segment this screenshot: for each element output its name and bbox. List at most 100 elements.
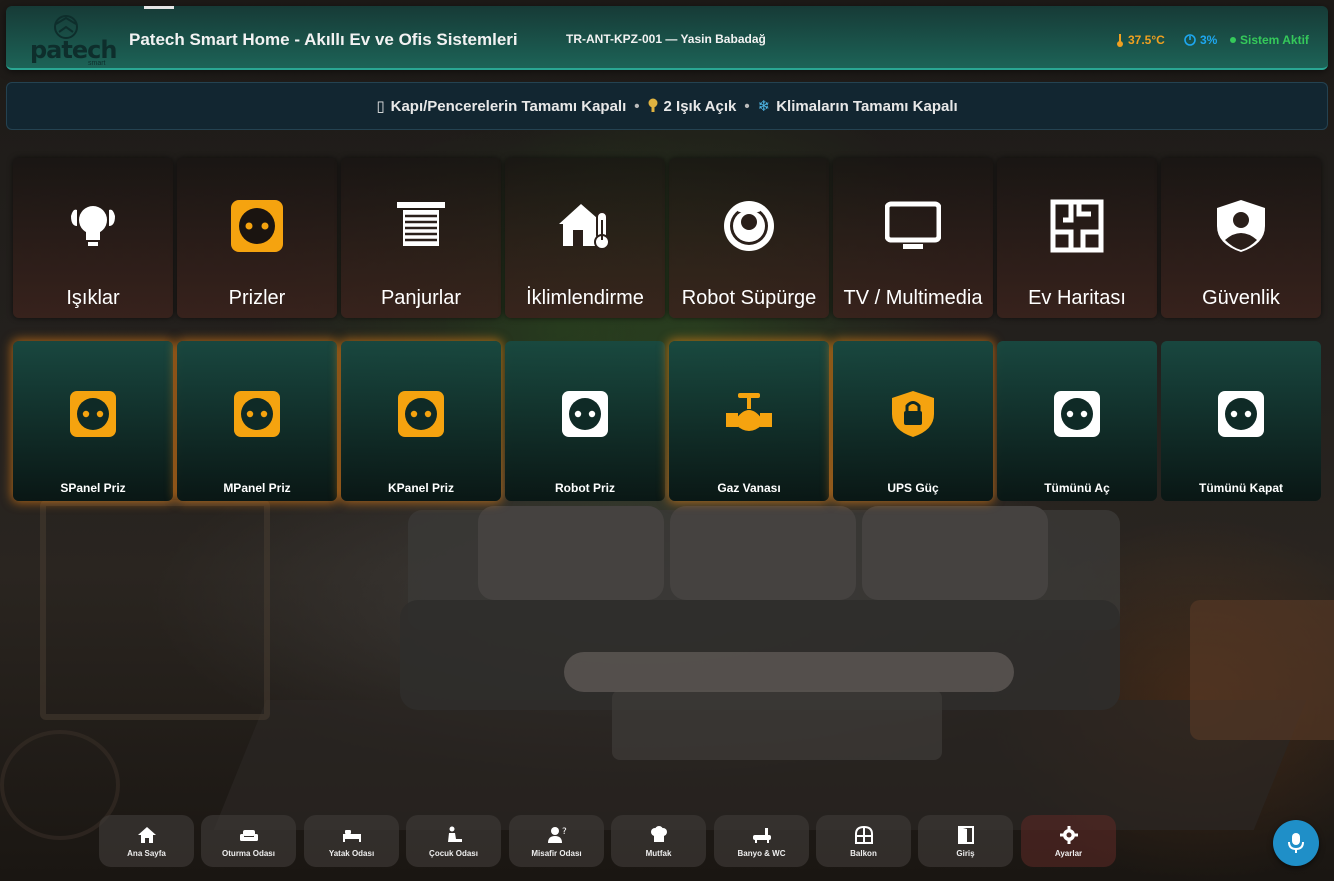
category-label: Panjurlar (380, 287, 462, 309)
voice-command-button[interactable] (1273, 820, 1319, 866)
chef-hat-icon (650, 826, 667, 842)
nav-item-bedroom[interactable]: Yatak Odası (304, 815, 399, 867)
category-tile-sockets[interactable]: Prizler (177, 158, 337, 318)
guest-icon: ? (547, 827, 567, 843)
bath-icon (752, 828, 771, 843)
device-label: Tümünü Kapat (1199, 481, 1283, 495)
child-icon (447, 826, 462, 842)
door-window-icon: ▯ (376, 98, 385, 115)
shield-user-icon (1217, 200, 1265, 252)
device-tile-mpanel-socket[interactable]: MPanel Priz (177, 341, 337, 501)
app-title: Patech Smart Home - Akıllı Ev ve Ofis Si… (129, 30, 518, 49)
tab-indicator (144, 6, 174, 9)
nav-item-balcony[interactable]: Balkon (816, 815, 911, 867)
nav-label: Ana Sayfa (127, 849, 166, 858)
nav-label: Balkon (850, 849, 877, 858)
nav-label: Oturma Odası (222, 849, 275, 858)
nav-item-settings[interactable]: Ayarlar (1021, 815, 1116, 867)
socket-icon (70, 391, 116, 437)
window-icon (854, 825, 873, 844)
socket-icon (234, 391, 280, 437)
device-label: Gaz Vanası (717, 481, 781, 495)
separator: • (744, 97, 750, 115)
category-label: Robot Süpürge (681, 287, 817, 309)
sofa-icon (239, 830, 258, 841)
separator: • (634, 97, 640, 115)
category-tile-climate[interactable]: İklimlendirme (505, 158, 665, 318)
category-tile-security[interactable]: Güvenlik (1161, 158, 1321, 318)
home-icon (137, 827, 156, 843)
device-label: SPanel Priz (60, 481, 126, 495)
floor-plan-icon (1050, 199, 1104, 253)
temperature-readout: 37.5°C (1116, 33, 1165, 47)
lightbulb-icon (71, 206, 115, 246)
lightbulb-small-icon (648, 98, 658, 112)
nav-label: Yatak Odası (328, 849, 375, 858)
robot-vacuum-icon (724, 201, 774, 251)
device-tile-all-on[interactable]: Tümünü Aç (997, 341, 1157, 501)
system-status: Sistem Aktif (1230, 33, 1309, 47)
device-tile-ups-power[interactable]: UPS Güç (833, 341, 993, 501)
device-label: MPanel Priz (223, 481, 291, 495)
lights-status: 2 Işık Açık (663, 97, 737, 115)
logo-subtext: smart (88, 60, 106, 67)
shield-lock-icon (892, 391, 934, 437)
device-tile-robot-socket[interactable]: Robot Priz (505, 341, 665, 501)
category-tile-floor-plan[interactable]: Ev Haritası (997, 158, 1157, 318)
temperature-value: 37.5°C (1128, 33, 1165, 47)
nav-label: Misafir Odası (531, 849, 582, 858)
nav-item-entrance[interactable]: Giriş (918, 815, 1013, 867)
nav-label: Ayarlar (1054, 849, 1083, 858)
device-label: KPanel Priz (387, 481, 455, 495)
socket-icon (1054, 391, 1100, 437)
device-info: TR-ANT-KPZ-001 — Yasin Babadağ (566, 32, 766, 46)
patech-logo[interactable]: patech smart (22, 14, 117, 67)
category-tile-robot-vacuum[interactable]: Robot Süpürge (669, 158, 829, 318)
category-label: Güvenlik (1202, 287, 1280, 309)
category-label: İklimlendirme (526, 287, 644, 309)
nav-item-home[interactable]: Ana Sayfa (99, 815, 194, 867)
device-tile-spanel-socket[interactable]: SPanel Priz (13, 341, 173, 501)
status-dot-icon (1230, 37, 1236, 43)
blinds-icon (397, 202, 445, 246)
nav-item-kitchen[interactable]: Mutfak (611, 815, 706, 867)
climate-status: Klimaların Tamamı Kapalı (776, 97, 958, 115)
category-label: Işıklar (66, 287, 120, 309)
nav-label: Giriş (956, 849, 975, 858)
category-tile-blinds[interactable]: Panjurlar (341, 158, 501, 318)
app-header: patech smart Patech Smart Home - Akıllı … (6, 6, 1328, 70)
nav-item-living-room[interactable]: Oturma Odası (201, 815, 296, 867)
thermometer-icon (1117, 33, 1123, 47)
svg-text:?: ? (562, 827, 567, 837)
category-tile-lights[interactable]: Işıklar (13, 158, 173, 318)
valve-icon (726, 393, 772, 431)
socket-icon (1218, 391, 1264, 437)
nav-label: Mutfak (645, 849, 672, 858)
humidity-readout: 3% (1184, 33, 1217, 47)
device-label: Tümünü Aç (1044, 481, 1110, 495)
socket-icon (231, 200, 283, 252)
humidity-value: 3% (1200, 33, 1218, 47)
tv-icon (885, 201, 941, 249)
microphone-icon (1288, 833, 1304, 853)
gauge-icon (1184, 34, 1196, 46)
nav-item-guest-room[interactable]: ? Misafir Odası (509, 815, 604, 867)
device-tile-all-off[interactable]: Tümünü Kapat (1161, 341, 1321, 501)
nav-item-bathroom[interactable]: Banyo & WC (714, 815, 809, 867)
device-tile-gas-valve[interactable]: Gaz Vanası (669, 341, 829, 501)
category-tile-tv[interactable]: TV / Multimedia (833, 158, 993, 318)
gear-icon (1059, 826, 1078, 844)
door-icon (957, 826, 974, 844)
doors-status: Kapı/Pencerelerin Tamamı Kapalı (390, 97, 627, 115)
device-label: Robot Priz (555, 481, 615, 495)
socket-icon (562, 391, 608, 437)
device-label: UPS Güç (887, 481, 939, 495)
nav-label: Banyo & WC (737, 849, 786, 858)
home-thermometer-icon (559, 204, 610, 250)
nav-item-kids-room[interactable]: Çocuk Odası (406, 815, 501, 867)
category-label: TV / Multimedia (843, 287, 983, 309)
snowflake-icon: ❄ (757, 98, 771, 115)
nav-label: Çocuk Odası (429, 849, 478, 858)
socket-icon (398, 391, 444, 437)
device-tile-kpanel-socket[interactable]: KPanel Priz (341, 341, 501, 501)
